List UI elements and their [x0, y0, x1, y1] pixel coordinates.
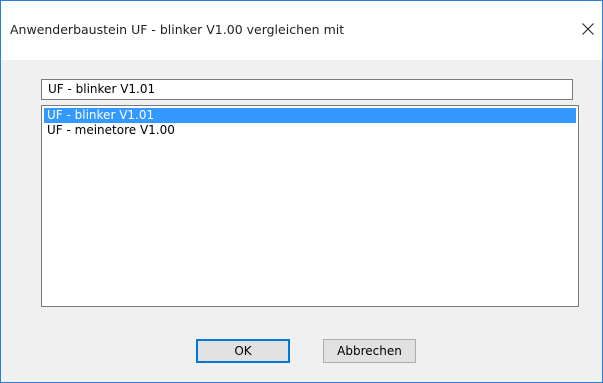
dialog-window: Anwenderbaustein UF - blinker V1.00 verg…: [0, 0, 603, 383]
close-button[interactable]: [574, 9, 602, 49]
selection-input[interactable]: UF - blinker V1.01: [41, 79, 573, 100]
list-item[interactable]: UF - blinker V1.01: [44, 108, 576, 123]
cancel-button[interactable]: Abbrechen: [323, 339, 416, 363]
window-title: Anwenderbaustein UF - blinker V1.00 verg…: [10, 22, 345, 37]
ok-button[interactable]: OK: [196, 339, 290, 363]
module-list[interactable]: UF - blinker V1.01 UF - meinetore V1.00: [41, 105, 579, 307]
title-bar: Anwenderbaustein UF - blinker V1.00 verg…: [1, 1, 602, 60]
list-item[interactable]: UF - meinetore V1.00: [44, 123, 576, 138]
close-icon: [582, 23, 594, 35]
